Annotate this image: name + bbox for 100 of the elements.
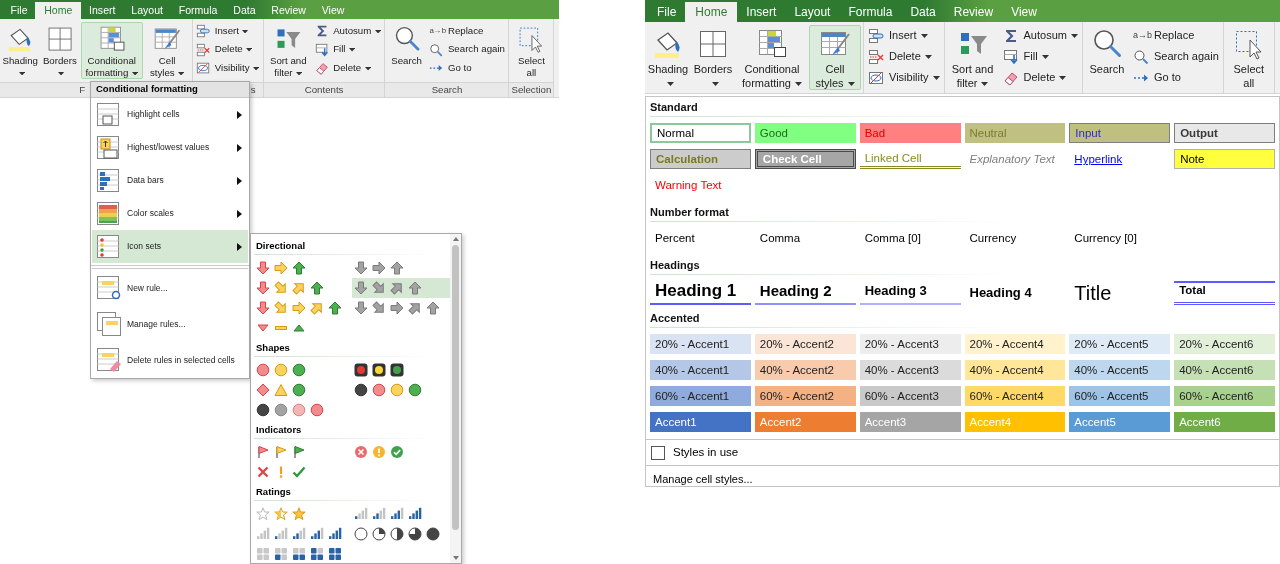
sort-filter-button[interactable]: Sort and filter [265, 22, 312, 80]
ribbon-tab[interactable]: Home [35, 1, 82, 20]
ribbon-tab[interactable]: File [2, 1, 36, 20]
cell-style-option[interactable]: 60% - Accent1 [650, 386, 751, 406]
delete-button[interactable]: Delete [194, 40, 261, 59]
insert-button[interactable]: Insert [194, 22, 261, 41]
menu-item[interactable]: Data bars [92, 164, 248, 197]
cell-style-option[interactable]: Heading 3 [859, 281, 961, 305]
search-again-button[interactable]: Search again [1130, 46, 1221, 67]
menu-item[interactable]: Delete rules in selected cells [92, 342, 248, 378]
shading-button[interactable]: Shading [1, 22, 39, 80]
cell-style-option[interactable]: Comma [754, 228, 856, 248]
shading-button[interactable]: Shading [647, 25, 689, 90]
autosum-button[interactable]: Autosum [1000, 25, 1080, 46]
cell-style-option[interactable]: Explanatory Text [964, 149, 1066, 169]
fill-button[interactable]: Fill [312, 40, 383, 59]
cell-style-option[interactable]: Total [1174, 281, 1275, 305]
ribbon-tab[interactable]: Layout [785, 2, 840, 22]
cell-style-option[interactable]: 20% - Accent6 [1174, 334, 1275, 354]
autosum-button[interactable]: Autosum [312, 22, 383, 41]
menu-item[interactable]: Manage rules... [92, 306, 248, 342]
fill-button[interactable]: Fill [1000, 46, 1080, 67]
cell-style-option[interactable]: 60% - Accent6 [1174, 386, 1275, 406]
replace-button[interactable]: a→b Replace [427, 22, 507, 41]
conditional-formatting-button[interactable]: Conditional formatting [737, 25, 807, 90]
ribbon-tab[interactable]: Review [263, 1, 314, 20]
select-all-button[interactable]: Select all [1225, 25, 1272, 90]
ribbon-tab[interactable]: File [648, 2, 686, 22]
cell-style-option[interactable]: Hyperlink [1069, 149, 1171, 169]
go-to-button[interactable]: Go to [427, 58, 507, 78]
menu-item[interactable]: Color scales [92, 197, 248, 230]
cell-style-option[interactable]: Warning Text [650, 175, 751, 195]
ribbon-tab[interactable]: Data [901, 2, 945, 22]
cell-style-option[interactable]: Heading 1 [650, 281, 751, 305]
cell-style-option[interactable]: 40% - Accent5 [1069, 360, 1171, 380]
cell-style-option[interactable]: Linked Cell [859, 149, 961, 169]
cell-style-option[interactable]: 20% - Accent2 [754, 334, 856, 354]
go-to-button[interactable]: Go to [1130, 67, 1221, 88]
cell-style-option[interactable]: 40% - Accent2 [754, 360, 856, 380]
clear-button[interactable]: Delete [312, 58, 383, 78]
borders-button[interactable]: Borders [691, 25, 735, 90]
ribbon-tab[interactable]: Insert [737, 2, 786, 22]
ribbon-tab[interactable]: Insert [81, 1, 124, 20]
visibility-button[interactable]: Visibility [194, 58, 261, 78]
cell-style-option[interactable]: Percent [650, 228, 751, 248]
cell-styles-button[interactable]: Cell styles [144, 22, 190, 80]
manage-cell-styles-link[interactable]: Manage cell styles... [653, 471, 753, 488]
cell-style-option[interactable]: Normal [650, 123, 751, 143]
cell-style-option[interactable]: 20% - Accent3 [859, 334, 961, 354]
menu-item[interactable]: Highlight cells [92, 98, 248, 131]
borders-button[interactable]: Borders [40, 22, 80, 80]
cell-style-option[interactable]: 40% - Accent6 [1174, 360, 1275, 380]
cell-style-option[interactable]: Comma [0] [859, 228, 961, 248]
ribbon-tab[interactable]: Formula [839, 2, 902, 22]
cell-style-option[interactable]: Title [1069, 281, 1171, 305]
cell-style-option[interactable]: Output [1174, 123, 1275, 143]
menu-item[interactable]: New rule... [92, 270, 248, 306]
cell-style-option[interactable]: 60% - Accent4 [964, 386, 1066, 406]
cell-style-option[interactable]: 60% - Accent2 [754, 386, 856, 406]
cell-style-option[interactable]: Heading 2 [754, 281, 856, 305]
replace-button[interactable]: a→b Replace [1130, 25, 1221, 46]
scroll-up-icon[interactable] [452, 237, 459, 241]
clear-button[interactable]: Delete [1000, 67, 1080, 88]
cell-style-option[interactable]: 20% - Accent1 [650, 334, 751, 354]
insert-button[interactable]: Insert [866, 25, 942, 46]
search-again-button[interactable]: Search again [427, 40, 507, 59]
cell-style-option[interactable]: Accent1 [650, 412, 751, 432]
select-all-button[interactable]: Select all [511, 22, 552, 80]
cell-style-option[interactable]: 60% - Accent5 [1069, 386, 1171, 406]
visibility-button[interactable]: Visibility [866, 67, 942, 88]
cell-style-option[interactable]: Heading 4 [964, 281, 1066, 305]
table-plus-icon [97, 276, 121, 300]
search-button[interactable]: Search [1084, 25, 1129, 90]
cell-style-option[interactable]: 40% - Accent4 [964, 360, 1066, 380]
cell-styles-button[interactable]: Cell styles [809, 25, 861, 90]
styles-in-use-checkbox[interactable] [651, 445, 665, 460]
scroll-down-icon[interactable] [452, 556, 459, 560]
cell-style-option[interactable]: 20% - Accent5 [1069, 334, 1171, 354]
ribbon-tab[interactable]: Formula [170, 1, 226, 20]
cell-style-option[interactable]: Currency [964, 228, 1066, 248]
cell-style-option[interactable]: Currency [0] [1069, 228, 1171, 248]
cell-style-option[interactable]: 20% - Accent4 [964, 334, 1066, 354]
scroll-thumb[interactable] [452, 245, 459, 530]
menu-item[interactable]: Icon sets [92, 230, 248, 263]
cell-style-option[interactable]: Input [1069, 123, 1171, 143]
delete-button[interactable]: Delete [866, 46, 942, 67]
ribbon-tab[interactable]: Home [685, 2, 738, 22]
cell-style-option[interactable]: Good [754, 123, 856, 143]
scrollbar[interactable] [450, 234, 461, 563]
conditional-formatting-button[interactable]: Conditional formatting [80, 22, 143, 80]
sort-filter-button[interactable]: Sort and filter [946, 25, 999, 90]
ribbon-tab[interactable]: Data [225, 1, 264, 20]
cell-style-option[interactable]: Note [1174, 149, 1275, 169]
cell-style-option[interactable]: 40% - Accent1 [650, 360, 751, 380]
ribbon-tab[interactable]: Review [944, 2, 1003, 22]
ribbon-tab[interactable]: Layout [123, 1, 171, 20]
cell-style-option[interactable]: 60% - Accent3 [859, 386, 961, 406]
search-button[interactable]: Search [387, 22, 426, 80]
menu-item[interactable]: Highest/lowest values [92, 131, 248, 164]
cell-style-option[interactable]: 40% - Accent3 [859, 360, 961, 380]
